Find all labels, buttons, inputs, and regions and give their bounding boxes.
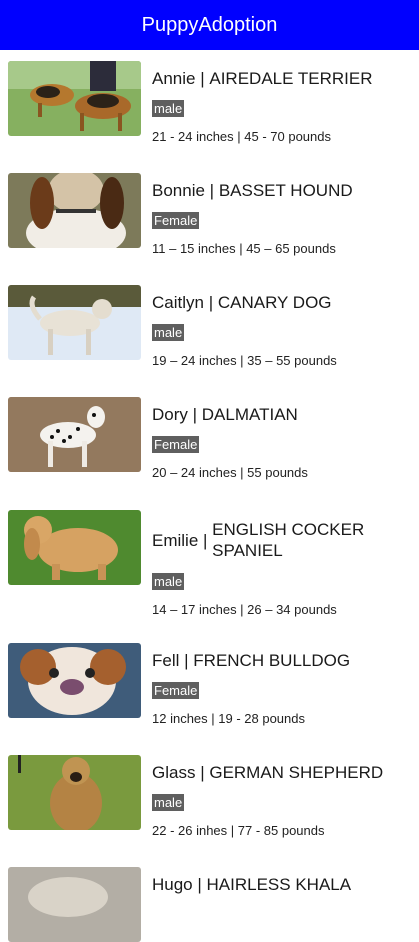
puppy-photo xyxy=(8,867,141,942)
puppy-photo xyxy=(8,173,141,248)
app-title: PuppyAdoption xyxy=(141,13,278,36)
puppy-title: Glass | GERMAN SHEPHERD xyxy=(152,763,384,782)
puppy-photo xyxy=(8,285,141,360)
gender-badge: Female xyxy=(152,682,200,699)
puppy-breed: BASSET HOUND xyxy=(218,181,353,200)
puppy-breed: GERMAN SHEPHERD xyxy=(209,763,384,782)
puppy-title: Caitlyn | CANARY DOG xyxy=(152,293,332,312)
puppy-photo xyxy=(8,643,141,718)
list-item[interactable]: Bonnie | BASSET HOUND Female 11 – 15 inc… xyxy=(0,162,419,274)
puppy-name: Annie xyxy=(152,69,196,88)
gender-badge: male xyxy=(152,100,185,117)
gender-badge: male xyxy=(152,794,185,811)
puppy-title: Dory | DALMATIAN xyxy=(152,405,298,424)
puppy-size: 22 - 26 inhes | 77 - 85 pounds xyxy=(152,823,325,838)
gender-badge: Female xyxy=(152,212,200,229)
list-item[interactable]: Caitlyn | CANARY DOG male 19 – 24 inches… xyxy=(0,274,419,386)
puppy-title: Hugo | HAIRLESS KHALA xyxy=(152,875,352,894)
puppy-size: 11 – 15 inches | 45 – 65 pounds xyxy=(152,241,336,256)
puppy-name: Glass xyxy=(152,763,196,782)
app-bar: PuppyAdoption xyxy=(0,0,419,50)
puppy-title: Fell | FRENCH BULLDOG xyxy=(152,651,351,670)
puppy-size: 19 – 24 inches | 35 – 55 pounds xyxy=(152,353,337,368)
list-item[interactable]: Emilie | ENGLISH COCKER SPANIEL male 14 … xyxy=(0,498,419,631)
puppy-name: Bonnie xyxy=(152,181,205,200)
puppy-name: Fell xyxy=(152,651,180,670)
puppy-photo xyxy=(8,755,141,830)
puppy-name: Emilie xyxy=(152,530,199,550)
puppy-breed: CANARY DOG xyxy=(217,293,332,312)
puppy-breed: HAIRLESS KHALA xyxy=(206,875,352,894)
puppy-name: Dory xyxy=(152,405,188,424)
list-item[interactable]: Dory | DALMATIAN Female 20 – 24 inches |… xyxy=(0,386,419,498)
puppy-breed: FRENCH BULLDOG xyxy=(193,651,351,670)
puppy-size: 14 – 17 inches | 26 – 34 pounds xyxy=(152,602,337,617)
gender-badge: Female xyxy=(152,436,200,453)
puppy-photo xyxy=(8,397,141,472)
puppy-name: Hugo xyxy=(152,875,193,894)
puppy-size: 21 - 24 inches | 45 - 70 pounds xyxy=(152,129,331,144)
list-item[interactable]: Hugo | HAIRLESS KHALA xyxy=(0,855,419,942)
gender-badge: male xyxy=(152,573,185,590)
puppy-title: Bonnie | BASSET HOUND xyxy=(152,181,353,200)
puppy-breed: AIREDALE TERRIER xyxy=(209,69,373,88)
puppy-title: Emilie | ENGLISH COCKER SPANIEL xyxy=(152,519,411,561)
puppy-breed: DALMATIAN xyxy=(201,405,298,424)
puppy-name: Caitlyn xyxy=(152,293,204,312)
list-item[interactable]: Fell | FRENCH BULLDOG Female 12 inches |… xyxy=(0,631,419,743)
gender-badge: male xyxy=(152,324,185,341)
list-item[interactable]: Glass | GERMAN SHEPHERD male 22 - 26 inh… xyxy=(0,743,419,855)
list-item[interactable]: Annie | AIREDALE TERRIER male 21 - 24 in… xyxy=(0,50,419,162)
puppy-title: Annie | AIREDALE TERRIER xyxy=(152,69,373,88)
puppy-photo xyxy=(8,61,141,136)
puppy-photo xyxy=(8,510,141,585)
puppy-breed: ENGLISH COCKER SPANIEL xyxy=(212,520,365,560)
puppy-size: 20 – 24 inches | 55 pounds xyxy=(152,465,308,480)
puppy-size: 12 inches | 19 - 28 pounds xyxy=(152,711,305,726)
